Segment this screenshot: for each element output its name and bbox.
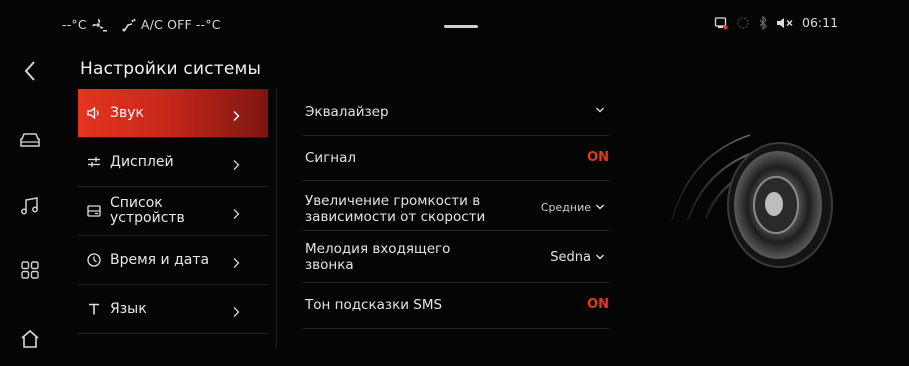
status-bar: --°C A/C OFF --°C 06:11 bbox=[0, 0, 909, 50]
ringtone-label: Мелодия входящего звонка bbox=[305, 241, 451, 273]
status-icons: 06:11 bbox=[714, 15, 838, 30]
phone-projection-icon bbox=[714, 16, 728, 30]
menu-item-sound[interactable]: Звук bbox=[78, 89, 268, 137]
mute-icon bbox=[776, 16, 794, 30]
speed-volume-dropdown[interactable]: Средние bbox=[541, 201, 605, 214]
climate-status[interactable]: --°C A/C OFF --°C bbox=[62, 17, 221, 32]
pull-down-handle[interactable] bbox=[444, 25, 478, 28]
chevron-down-icon bbox=[595, 106, 605, 114]
speed-volume-value: Средние bbox=[540, 201, 591, 214]
chevron-right-icon bbox=[231, 303, 241, 317]
menu-label-time-date: Время и дата bbox=[110, 251, 210, 268]
menu-divider bbox=[78, 333, 268, 334]
menu-item-time-date[interactable]: Время и дата bbox=[78, 236, 268, 284]
chevron-down-icon bbox=[595, 250, 605, 265]
ac-status-label: A/C OFF bbox=[140, 17, 192, 32]
seat-heat-icon bbox=[121, 18, 137, 32]
sms-tone-label: Тон подсказки SMS bbox=[305, 297, 443, 313]
left-nav-bar bbox=[0, 50, 62, 366]
speed-volume-label: Увеличение громкости в зависимости от ск… bbox=[305, 193, 486, 225]
apps-grid-icon[interactable] bbox=[17, 257, 43, 283]
page-title: Настройки системы bbox=[80, 59, 262, 79]
signal-toggle[interactable]: ON bbox=[587, 150, 609, 165]
music-note-icon[interactable] bbox=[17, 193, 43, 219]
bluetooth-icon bbox=[758, 15, 768, 30]
menu-label-sound: Звук bbox=[110, 104, 144, 121]
equalizer-label: Эквалайзер bbox=[305, 104, 389, 120]
temp-left: --°C bbox=[62, 17, 87, 32]
vertical-divider bbox=[276, 88, 277, 348]
menu-item-language[interactable]: Язык bbox=[78, 285, 268, 333]
chevron-right-icon bbox=[231, 254, 241, 268]
signal-row[interactable]: Сигнал ON bbox=[303, 136, 609, 180]
home-icon[interactable] bbox=[17, 326, 43, 352]
car-icon[interactable] bbox=[17, 127, 43, 153]
menu-item-display[interactable]: Дисплей bbox=[78, 138, 268, 186]
sms-tone-toggle[interactable]: ON bbox=[587, 297, 609, 312]
equalizer-row[interactable]: Эквалайзер bbox=[303, 92, 609, 134]
menu-label-device-list: Список устройств bbox=[110, 195, 185, 226]
device-list-icon bbox=[86, 203, 102, 219]
ringtone-dropdown[interactable]: Sedna bbox=[550, 250, 605, 265]
clock-icon bbox=[86, 252, 102, 268]
row-divider bbox=[303, 328, 609, 329]
chevron-right-icon bbox=[231, 205, 241, 219]
ringtone-row[interactable]: Мелодия входящего звонка Sedna bbox=[303, 231, 609, 281]
speaker-icon bbox=[86, 105, 102, 121]
clock-time: 06:11 bbox=[802, 15, 839, 30]
menu-item-device-list[interactable]: Список устройств bbox=[78, 187, 268, 235]
menu-label-language: Язык bbox=[110, 300, 147, 317]
signal-label: Сигнал bbox=[305, 150, 357, 166]
fan-icon bbox=[91, 18, 107, 32]
menu-label-display: Дисплей bbox=[110, 153, 174, 170]
ringtone-value: Sedna bbox=[550, 250, 591, 265]
text-icon bbox=[86, 301, 102, 317]
chevron-down-icon bbox=[595, 201, 605, 214]
loading-icon bbox=[736, 16, 750, 30]
chevron-right-icon bbox=[231, 107, 241, 121]
speaker-illustration bbox=[650, 110, 860, 290]
sms-tone-row[interactable]: Тон подсказки SMS ON bbox=[303, 283, 609, 327]
speed-volume-row[interactable]: Увеличение громкости в зависимости от ск… bbox=[303, 181, 609, 229]
temp-right: --°C bbox=[195, 17, 221, 32]
sliders-icon bbox=[86, 154, 102, 170]
back-arrow-icon[interactable] bbox=[17, 58, 43, 84]
chevron-right-icon bbox=[231, 156, 241, 170]
